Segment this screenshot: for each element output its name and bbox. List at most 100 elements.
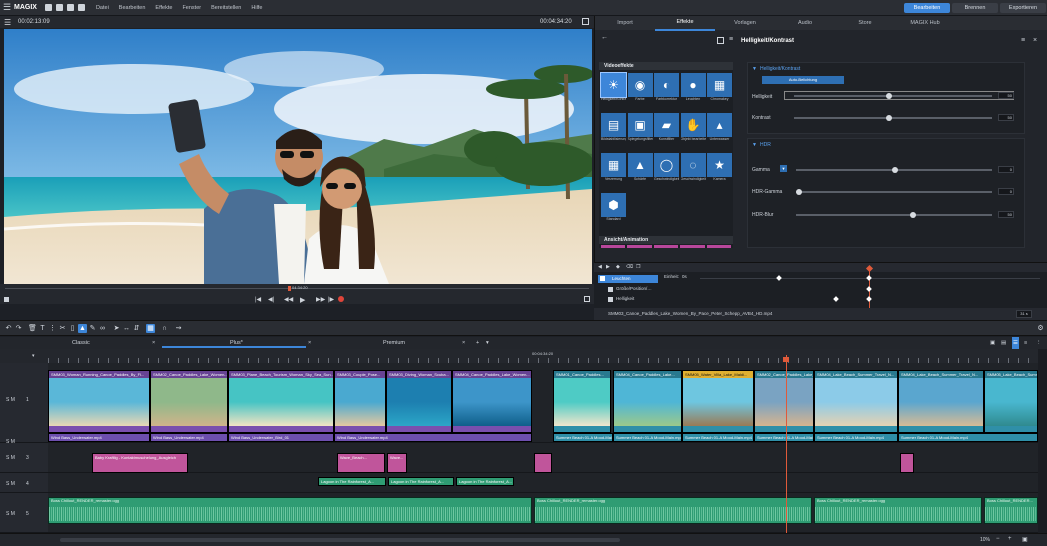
video-clip[interactable]: SMM04_Lake_Beach_Summer_Travel_N...: [898, 370, 984, 433]
grid-view-icon[interactable]: [717, 37, 724, 44]
video-clip[interactable]: SMM03_Plane_Beach_Tourism_Woman_Sky_Sea_…: [228, 370, 334, 433]
music-track-5[interactable]: Boss Chillout_RENDER_remaster.ogg Boss Ch…: [48, 493, 1038, 533]
chevron-down-icon[interactable]: ▾: [486, 337, 489, 349]
track-options-icon[interactable]: ▾: [32, 353, 35, 359]
effect-icon[interactable]: ⬢: [601, 193, 626, 217]
anim-move-icon[interactable]: ⇱: [601, 245, 626, 248]
tab-store[interactable]: Store: [835, 16, 895, 30]
close-icon[interactable]: ×: [152, 337, 155, 349]
video-clip[interactable]: SMM04_Canoe_Paddles_Lake...: [613, 370, 682, 433]
effect-tile[interactable]: ▦ Verzerrung: [601, 153, 626, 186]
view-storyboard-icon[interactable]: ▣: [990, 337, 995, 349]
track-header-4[interactable]: S M 4: [0, 473, 48, 493]
brightness-value[interactable]: 50: [998, 92, 1014, 99]
effect-tile[interactable]: ◐ Farbkorrektur: [654, 73, 679, 106]
sfx-clip[interactable]: Lagoon in The Rainforest_A...: [388, 477, 454, 486]
save-icon[interactable]: [66, 4, 74, 11]
close-icon[interactable]: ×: [1033, 37, 1037, 44]
track-sm-label[interactable]: S M: [6, 511, 15, 517]
tab-templates[interactable]: Vorlagen: [715, 16, 775, 30]
track-header-5[interactable]: S M 5: [0, 493, 48, 533]
video-clip[interactable]: SMM03_Diving_Woman_Scuba...: [386, 370, 452, 433]
kf-copy-icon[interactable]: ❐: [636, 264, 640, 270]
music-clip[interactable]: Boss Chillout_RENDER_remaster.ogg: [534, 497, 812, 524]
clip-audio[interactable]: Wind Bass_Underwater.mp4: [334, 433, 532, 442]
back-arrow-icon[interactable]: ←: [601, 34, 608, 41]
transition-clip[interactable]: [534, 453, 552, 473]
kf-add-icon[interactable]: ◆: [616, 264, 620, 270]
menu-window[interactable]: Fenster: [182, 5, 201, 11]
video-clip[interactable]: SMM02_Canoe_Paddles_Lake_Women...: [150, 370, 228, 433]
preview-marker[interactable]: [288, 286, 291, 291]
video-effects-header[interactable]: Videoeffekte: [599, 62, 733, 70]
video-clip[interactable]: SMM01_Canoe_Paddles...: [553, 370, 611, 433]
clip-audio[interactable]: Summer Beach 01-A Mood-Main.mp4: [682, 433, 754, 442]
kf-delete-icon[interactable]: ⌫: [626, 264, 633, 270]
clip-audio[interactable]: Summer Beach 01-A Mood-Main.mp4: [898, 433, 1038, 442]
mode-edit-button[interactable]: Bearbeiten: [904, 3, 950, 13]
razor-icon[interactable]: ▲: [78, 324, 87, 333]
menu-share[interactable]: Bereitstellen: [211, 5, 241, 11]
gamma-slider[interactable]: [796, 167, 992, 173]
effect-icon[interactable]: ☀: [600, 72, 627, 98]
title-track-3[interactable]: Baby Kraftlig - Kontaktmuschelung_Ausgle…: [48, 443, 1038, 473]
link-icon[interactable]: ∞: [98, 324, 107, 333]
title-clip[interactable]: Wave...: [387, 453, 407, 473]
new-file-icon[interactable]: [44, 4, 52, 11]
preview-menu-icon[interactable]: ☰: [4, 18, 11, 27]
clip-audio[interactable]: Summer Beach 01-A Mood-Main.mp4: [553, 433, 613, 442]
effect-tile[interactable]: ● Leuchten: [680, 73, 706, 106]
music-clip[interactable]: Boss Chillout_RENDER_remaster.ogg: [814, 497, 982, 524]
stop-icon[interactable]: [4, 297, 9, 302]
effect-icon[interactable]: ◌: [680, 153, 706, 177]
menu-edit[interactable]: Bearbeiten: [119, 5, 146, 11]
trim-icon[interactable]: ▯: [68, 324, 77, 333]
keyframe-diamond[interactable]: [833, 296, 839, 302]
brightness-knob[interactable]: [886, 93, 892, 99]
clip-audio[interactable]: Wind Bass_Underwater.mp4: [150, 433, 228, 442]
video-preview[interactable]: [4, 29, 592, 284]
video-clip[interactable]: SMM04_Lake_Beach_Summer_Travel_N...: [814, 370, 898, 433]
close-icon[interactable]: ×: [308, 337, 311, 349]
kf-zoom[interactable]: 31 s: [1016, 310, 1032, 318]
anim-perspective-icon[interactable]: ◢: [706, 245, 732, 248]
kf-row-glow[interactable]: Leuchten: [598, 275, 658, 283]
text-icon[interactable]: T: [38, 324, 47, 333]
effect-icon[interactable]: ◯: [654, 153, 679, 177]
effect-icon[interactable]: ✋: [680, 113, 706, 137]
step-back-icon[interactable]: ◀|: [268, 296, 274, 303]
effect-icon[interactable]: ▦: [707, 73, 732, 97]
title-clip[interactable]: Baby Kraftlig - Kontaktmuschelung_Ausgle…: [92, 453, 188, 473]
effect-tile[interactable]: ⬢ Standard: [601, 193, 626, 226]
video-clip[interactable]: SMM04_Canoe_Paddles_Lake_Women...: [452, 370, 532, 433]
kf-prev-icon[interactable]: ◀: [598, 264, 602, 270]
effect-icon[interactable]: ▲: [627, 153, 653, 177]
effect-tile[interactable]: ☀Helligkeit/Kontrast: [600, 72, 627, 106]
audio-track-4[interactable]: Lagoon in The Rainforest_A... Lagoon in …: [48, 473, 1038, 493]
title-clip[interactable]: Wave_Beach...: [337, 453, 385, 473]
fullscreen-icon[interactable]: [582, 18, 589, 25]
view-more-icon[interactable]: ⋮: [1036, 337, 1042, 349]
undo-icon[interactable]: ↶: [4, 324, 13, 333]
effect-tile[interactable]: ◌ Geschwindigkeit: [680, 153, 706, 186]
gamma-knob[interactable]: [892, 167, 898, 173]
fit-icon[interactable]: ▣: [1022, 536, 1028, 543]
panel-settings-icon[interactable]: ≡: [729, 36, 733, 43]
export-icon[interactable]: [77, 4, 85, 11]
video-clip[interactable]: SMM05_Water_Villa_Lake_Maldi...: [682, 370, 754, 433]
menu-effects[interactable]: Effekte: [155, 5, 172, 11]
clip-audio[interactable]: Summer Beach 01-A Mood-Main.mp4: [754, 433, 814, 442]
kf-next-icon[interactable]: ▶: [606, 264, 610, 270]
view-scene-icon[interactable]: ▤: [1001, 337, 1006, 349]
redo-icon[interactable]: ↷: [14, 324, 23, 333]
track-header-3[interactable]: S M 3: [0, 443, 48, 473]
effect-icon[interactable]: ▴: [707, 113, 732, 137]
effect-icon[interactable]: ▣: [627, 113, 653, 137]
effect-tile[interactable]: ▴ Unterwasser: [707, 113, 732, 146]
kf-row-checkbox[interactable]: [608, 297, 613, 302]
stretch-icon[interactable]: ⇵: [132, 324, 141, 333]
effect-icon[interactable]: ▤: [601, 113, 626, 137]
effect-tile[interactable]: ✋ Objekt bearbeiten: [680, 113, 706, 146]
video-track-1[interactable]: SMM03_Woman_Running_Canoe_Paddles_By_Fl.…: [48, 363, 1038, 443]
brightness-slider[interactable]: [794, 93, 992, 99]
